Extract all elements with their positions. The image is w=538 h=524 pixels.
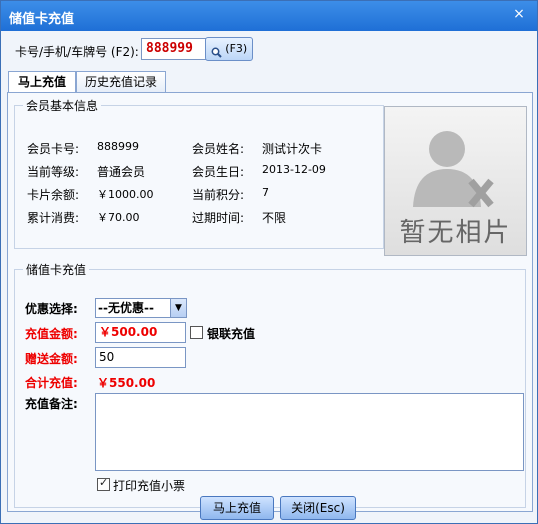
unionpay-label: 银联充值 — [207, 327, 256, 341]
close-icon[interactable]: × — [509, 5, 529, 23]
expire-value: 不限 — [262, 211, 287, 225]
amount-input[interactable]: ￥500.00 — [95, 322, 186, 343]
remark-textarea[interactable] — [95, 393, 524, 471]
total-value: ￥550.00 — [97, 376, 156, 390]
gift-input[interactable]: 50 — [95, 347, 186, 368]
name-label: 会员姓名: — [192, 142, 245, 156]
card-search-label: 卡号/手机/车牌号 (F2): — [15, 45, 139, 59]
tab-history[interactable]: 历史充值记录 — [76, 71, 166, 92]
amount-label: 充值金额: — [25, 327, 78, 341]
no-photo-text: 暂无相片 — [399, 218, 512, 248]
points-value: 7 — [262, 186, 269, 199]
topup-dialog: 储值卡充值 × 卡号/手机/车牌号 (F2): 888999 (F3) 马上充值… — [0, 0, 538, 524]
member-info-grid: 会员卡号: 888999 会员姓名: 测试计次卡 当前等级: 普通会员 会员生日… — [27, 140, 367, 232]
search-button[interactable]: (F3) — [205, 37, 253, 61]
search-icon — [211, 44, 222, 58]
balance-value: ￥1000.00 — [97, 188, 154, 201]
birthday-value: 2013-12-09 — [262, 163, 326, 176]
no-photo-icon — [413, 131, 494, 208]
member-info-legend: 会员基本信息 — [26, 99, 99, 113]
member-info-group: 会员基本信息 会员卡号: 888999 会员姓名: 测试计次卡 当前等级: 普通… — [14, 97, 384, 249]
topup-legend: 储值卡充值 — [26, 263, 87, 277]
discount-value: --无优惠-- — [98, 301, 154, 315]
print-receipt-checkbox[interactable] — [97, 476, 110, 491]
window-title: 储值卡充值 — [9, 12, 75, 27]
tab-content: 会员基本信息 会员卡号: 888999 会员姓名: 测试计次卡 当前等级: 普通… — [7, 92, 533, 520]
discount-select[interactable]: --无优惠-- ▼ — [95, 298, 187, 318]
discount-label: 优惠选择: — [25, 302, 78, 316]
card-search-input[interactable]: 888999 — [141, 38, 207, 60]
print-receipt-label: 打印充值小票 — [113, 479, 186, 493]
card-no-label: 会员卡号: — [27, 142, 80, 156]
expire-label: 过期时间: — [192, 211, 245, 225]
chevron-down-icon[interactable]: ▼ — [170, 299, 186, 317]
topup-group: 储值卡充值 优惠选择: --无优惠-- ▼ 充值金额: ￥500.00 银联充值… — [14, 261, 526, 520]
spent-label: 累计消费: — [27, 211, 80, 225]
member-photo: 暂无相片 — [384, 106, 527, 256]
name-value: 测试计次卡 — [262, 142, 323, 156]
card-no-value: 888999 — [97, 140, 139, 153]
tab-charge-now[interactable]: 马上充值 — [8, 71, 76, 94]
charge-button[interactable]: 马上充值 — [200, 496, 274, 520]
title-bar[interactable]: 储值卡充值 × — [1, 1, 537, 31]
gift-label: 赠送金额: — [25, 352, 78, 366]
birthday-label: 会员生日: — [192, 165, 245, 179]
points-label: 当前积分: — [192, 188, 245, 202]
spent-value: ￥70.00 — [97, 211, 140, 224]
close-button[interactable]: 关闭(Esc) — [280, 496, 356, 520]
balance-label: 卡片余额: — [27, 188, 80, 202]
search-button-label: (F3) — [225, 42, 248, 55]
total-label: 合计充值: — [25, 376, 78, 390]
level-label: 当前等级: — [27, 165, 80, 179]
remark-label: 充值备注: — [25, 397, 78, 411]
level-value: 普通会员 — [97, 165, 146, 179]
unionpay-checkbox[interactable] — [190, 326, 203, 339]
